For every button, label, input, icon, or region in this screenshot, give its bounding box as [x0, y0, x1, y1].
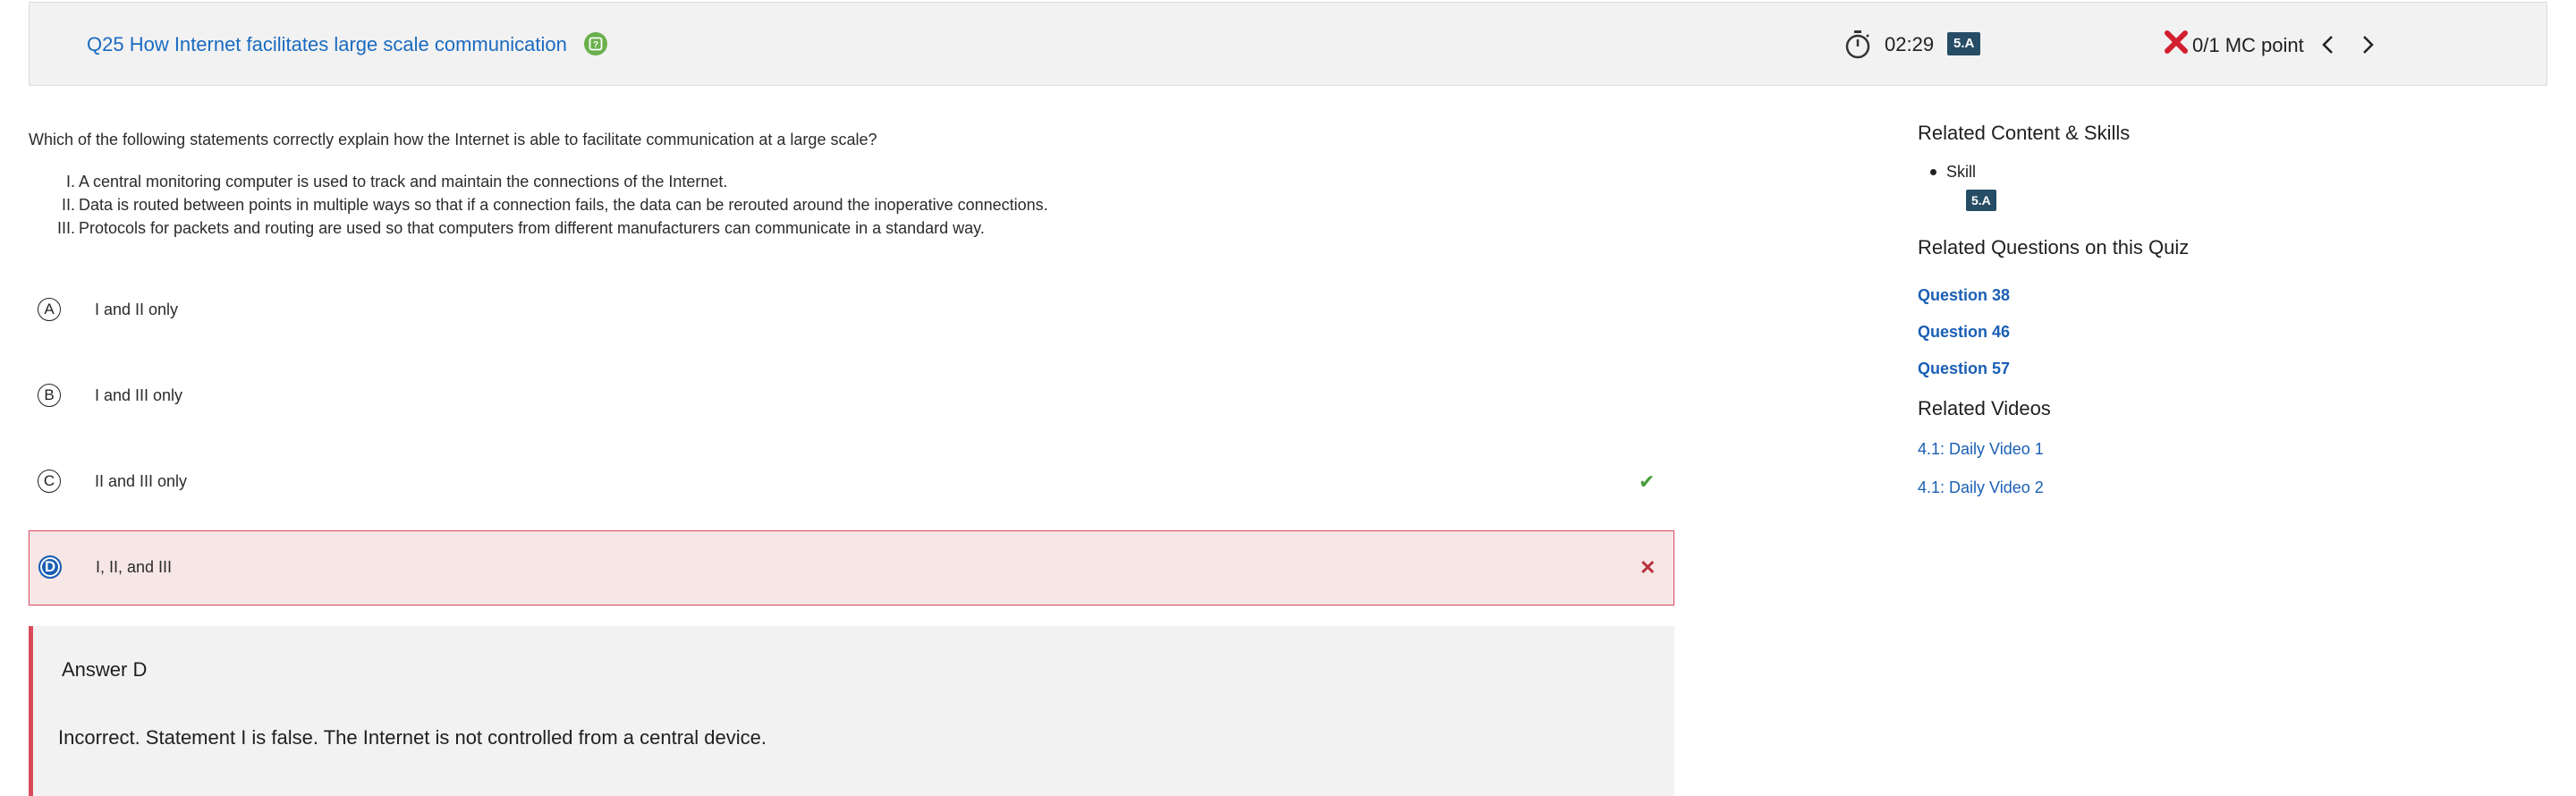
related-question-link[interactable]: Question 46	[1918, 323, 2010, 342]
chevron-right-icon[interactable]	[2359, 34, 2377, 60]
feedback-title: Answer D	[62, 658, 148, 681]
related-questions-heading: Related Questions on this Quiz	[1918, 236, 2190, 258]
related-video-link[interactable]: 4.1: Daily Video 2	[1918, 478, 2044, 497]
question-icon[interactable]: ?	[584, 32, 607, 55]
option-text: I and II only	[95, 301, 179, 318]
option-d[interactable]: D I, II, and III ✕	[29, 530, 1674, 605]
related-videos-heading: Related Videos	[1918, 397, 2051, 419]
option-a[interactable]: A I and II only	[29, 274, 1674, 349]
statement-item: II. Data is routed between points in mult…	[61, 196, 1048, 214]
timer-value: 02:29	[1885, 33, 1935, 55]
red-x-icon	[2164, 30, 2189, 59]
option-b[interactable]: B I and III only	[29, 360, 1674, 435]
related-question-link[interactable]: Question 38	[1918, 286, 2010, 305]
option-letter: A	[38, 298, 61, 321]
related-content-heading: Related Content & Skills	[1918, 122, 2131, 144]
stopwatch-icon	[1843, 29, 1872, 65]
statement-list: I. A central monitoring computer is used …	[29, 170, 1048, 240]
feedback-text: Incorrect. Statement I is false. The Int…	[58, 726, 767, 749]
option-text: I, II, and III	[96, 558, 173, 576]
question-prompt: Which of the following statements correc…	[29, 131, 877, 148]
question-title[interactable]: Q25 How Internet facilitates large scale…	[87, 33, 567, 56]
option-text: II and III only	[95, 472, 188, 490]
option-letter: B	[38, 384, 61, 407]
related-video-link[interactable]: 4.1: Daily Video 1	[1918, 440, 2044, 459]
statement-item: I. A central monitoring computer is used …	[65, 173, 728, 191]
close-icon: ✕	[1640, 556, 1657, 579]
option-letter: C	[38, 470, 61, 493]
option-letter: D	[38, 555, 62, 579]
question-header: Q25 How Internet facilitates large scale…	[29, 2, 2547, 86]
statement-item: III. Protocols for packets and routing ar…	[56, 219, 985, 237]
related-question-link[interactable]: Question 57	[1918, 360, 2010, 378]
chevron-left-icon[interactable]	[2319, 34, 2337, 60]
option-text: I and III only	[95, 386, 183, 404]
checkmark-icon: ✔	[1639, 470, 1656, 493]
score-value: 0/1 MC point	[2192, 34, 2304, 56]
option-c[interactable]: C II and III only ✔	[29, 445, 1674, 521]
skill-badge: 5.A	[1966, 190, 1996, 211]
svg-text:?: ?	[593, 40, 598, 50]
skill-label: Skill	[1929, 163, 1977, 181]
answer-feedback: Answer D Incorrect. Statement I is false…	[29, 626, 1674, 796]
skill-badge: 5.A	[1947, 32, 1981, 55]
